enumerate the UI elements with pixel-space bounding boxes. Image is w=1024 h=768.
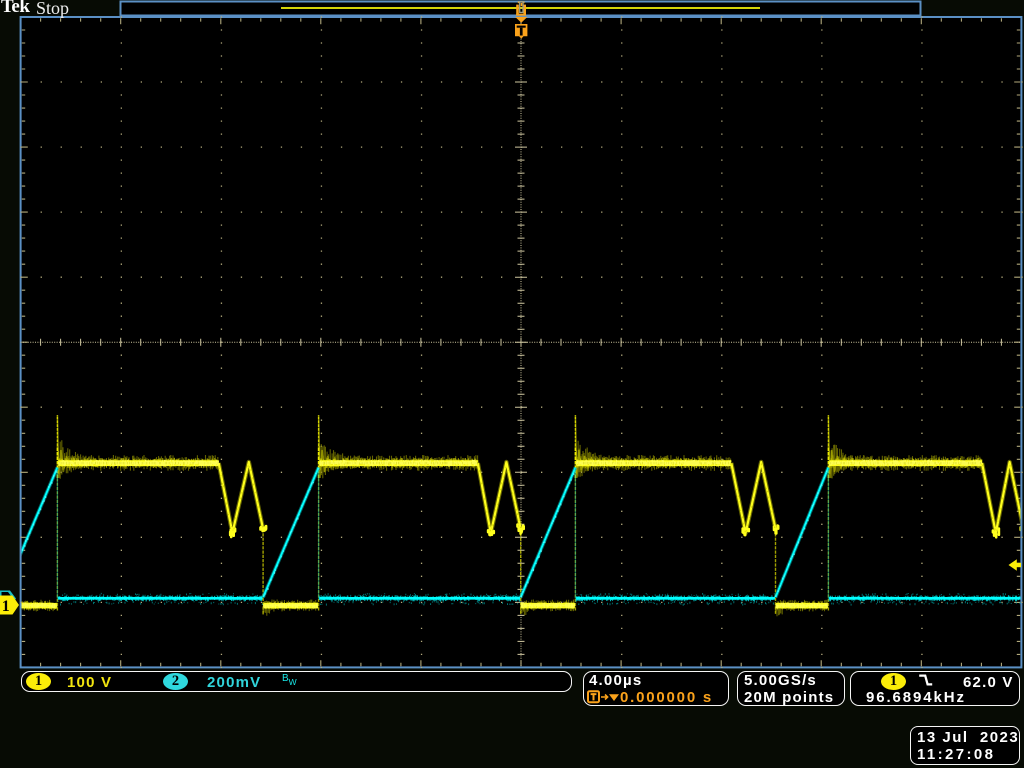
svg-text:1: 1 [2, 598, 10, 615]
